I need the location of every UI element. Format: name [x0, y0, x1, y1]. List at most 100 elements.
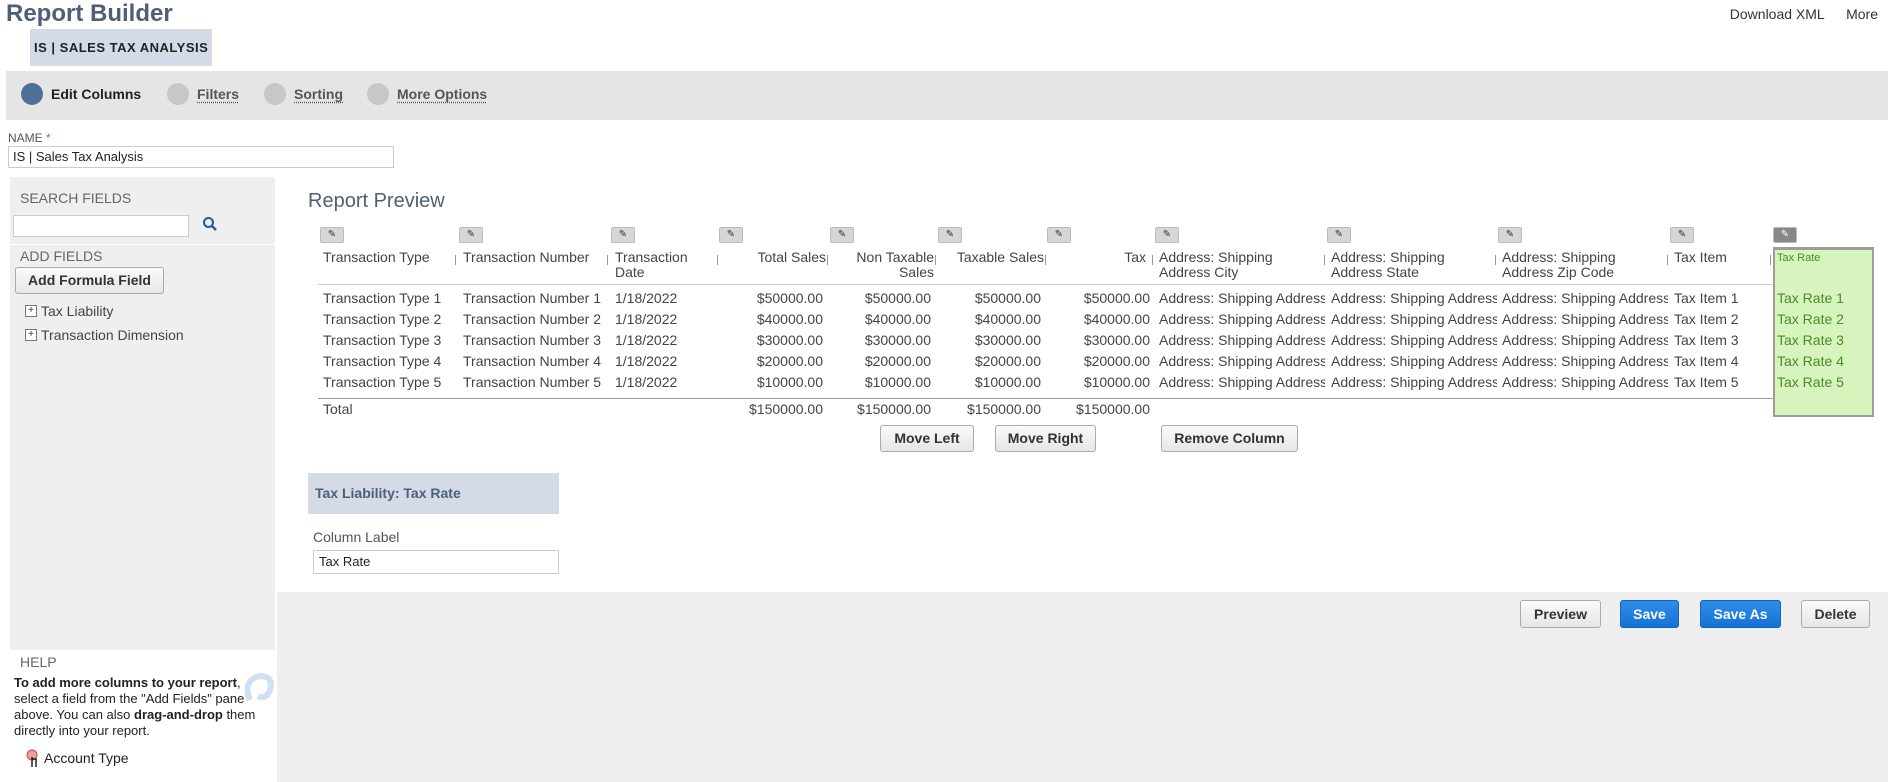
table-cell: $40000.00	[864, 311, 931, 327]
table-cell: Tax Rate 4	[1777, 353, 1844, 369]
column-separator	[1770, 255, 1771, 265]
column-header[interactable]: Transaction Type	[323, 250, 453, 265]
table-cell: 1/18/2022	[615, 311, 678, 327]
edit-column-icon[interactable]: ✎	[719, 227, 743, 243]
table-cell: Address: Shipping Address	[1331, 311, 1497, 327]
table-cell: Tax Rate 5	[1777, 374, 1844, 390]
edit-column-icon[interactable]: ✎	[320, 227, 344, 243]
edit-column-icon[interactable]: ✎	[830, 227, 854, 243]
column-separator	[1152, 255, 1153, 265]
table-cell: Address: Shipping Address	[1502, 290, 1668, 306]
total-taxable-sales: $150000.00	[967, 401, 1041, 417]
edit-column-icon[interactable]: ✎	[1773, 227, 1797, 243]
column-header[interactable]: Tax Item	[1674, 250, 1764, 265]
table-cell: $20000.00	[864, 353, 931, 369]
column-header[interactable]: Address: Shipping Address State	[1331, 250, 1481, 280]
table-cell: Transaction Type 5	[323, 374, 442, 390]
table-cell: $10000.00	[864, 374, 931, 390]
edit-column-icon[interactable]: ✎	[459, 227, 483, 243]
table-cell: Tax Item 5	[1674, 374, 1739, 390]
save-button[interactable]: Save	[1620, 600, 1679, 628]
table-cell: $10000.00	[1083, 374, 1150, 390]
table-cell: Address: Shipping Address	[1331, 290, 1497, 306]
table-cell: Transaction Type 4	[323, 353, 442, 369]
column-header[interactable]: Tax	[1050, 250, 1146, 265]
expand-icon[interactable]: +	[25, 305, 37, 317]
tree-item-label: Transaction Dimension	[41, 327, 184, 343]
edit-column-icon[interactable]: ✎	[1327, 227, 1351, 243]
column-header[interactable]: Transaction Number	[463, 250, 608, 265]
edit-column-icon[interactable]: ✎	[1498, 227, 1522, 243]
step-filters[interactable]: Filters	[167, 83, 239, 105]
column-header[interactable]: Address: Shipping Address City	[1159, 250, 1309, 280]
edit-column-icon[interactable]: ✎	[611, 227, 635, 243]
tree-item-tax-liability[interactable]: + Tax Liability	[25, 303, 113, 319]
table-cell: $40000.00	[1083, 311, 1150, 327]
remove-column-button[interactable]: Remove Column	[1161, 425, 1298, 452]
add-fields-heading: ADD FIELDS	[20, 248, 103, 264]
expand-icon[interactable]: +	[25, 329, 37, 341]
search-icon[interactable]	[202, 216, 218, 232]
column-separator	[1495, 255, 1496, 265]
step-more-options[interactable]: More Options	[367, 83, 487, 105]
table-cell: Address: Shipping Address	[1159, 353, 1325, 369]
table-cell: $10000.00	[974, 374, 1041, 390]
table-cell: Address: Shipping Address	[1159, 290, 1325, 306]
step-edit-columns[interactable]: Edit Columns	[21, 83, 141, 105]
total-label: Total	[323, 401, 353, 417]
help-text: To add more columns to your report, sele…	[14, 675, 276, 739]
table-cell: Tax Rate 2	[1777, 311, 1844, 327]
table-cell: Address: Shipping Address	[1159, 311, 1325, 327]
column-detail-heading: Tax Liability: Tax Rate	[308, 473, 559, 514]
edit-column-icon[interactable]: ✎	[1670, 227, 1694, 243]
total-divider	[318, 398, 1773, 399]
edit-column-icon[interactable]: ✎	[1155, 227, 1179, 243]
column-header[interactable]: Transaction Date	[615, 250, 710, 280]
total-non-taxable-sales: $150000.00	[857, 401, 931, 417]
total-total-sales: $150000.00	[749, 401, 823, 417]
header-divider	[318, 284, 1773, 285]
table-cell: Address: Shipping Address	[1159, 332, 1325, 348]
step-indicator-icon	[21, 83, 43, 105]
table-cell: $30000.00	[864, 332, 931, 348]
move-right-button[interactable]: Move Right	[995, 425, 1096, 452]
report-badge: IS | SALES TAX ANALYSIS	[30, 29, 212, 66]
column-header[interactable]: Address: Shipping Address Zip Code	[1502, 250, 1652, 280]
column-header-selected[interactable]: Tax Rate	[1777, 251, 1820, 266]
table-cell: Transaction Type 1	[323, 290, 442, 306]
table-cell: Address: Shipping Address	[1502, 374, 1668, 390]
table-cell: Address: Shipping Address	[1159, 374, 1325, 390]
column-separator	[1045, 255, 1046, 265]
name-input[interactable]: IS | Sales Tax Analysis	[8, 146, 394, 168]
step-indicator-icon	[264, 83, 286, 105]
add-formula-field-button[interactable]: Add Formula Field	[15, 267, 164, 294]
preview-button[interactable]: Preview	[1520, 600, 1601, 628]
table-cell: Address: Shipping Address	[1502, 332, 1668, 348]
column-label-input[interactable]: Tax Rate	[313, 550, 559, 574]
column-header[interactable]: Total Sales	[722, 250, 826, 265]
table-cell: Address: Shipping Address	[1331, 374, 1497, 390]
table-cell: $40000.00	[974, 311, 1041, 327]
column-header[interactable]: Taxable Sales	[940, 250, 1044, 265]
move-left-button[interactable]: Move Left	[880, 425, 974, 452]
table-cell: Transaction Number 2	[463, 311, 601, 327]
delete-button[interactable]: Delete	[1801, 600, 1870, 628]
edit-column-icon[interactable]: ✎	[1047, 227, 1071, 243]
table-cell: Tax Rate 1	[1777, 290, 1844, 306]
step-label: More Options	[397, 86, 488, 102]
more-link[interactable]: More	[1846, 6, 1878, 22]
step-indicator-icon	[367, 83, 389, 105]
table-cell: Tax Rate 3	[1777, 332, 1844, 348]
download-xml-link[interactable]: Download XML	[1730, 6, 1824, 22]
top-links: Download XML More	[1712, 6, 1878, 22]
search-input[interactable]	[13, 215, 189, 237]
steps-bar: Edit Columns Filters Sorting More Option…	[6, 71, 1888, 120]
save-as-button[interactable]: Save As	[1700, 600, 1781, 628]
edit-column-icon[interactable]: ✎	[938, 227, 962, 243]
table-cell: $40000.00	[756, 311, 823, 327]
step-sorting[interactable]: Sorting	[264, 83, 343, 105]
table-cell: Tax Item 1	[1674, 290, 1739, 306]
table-cell: Transaction Number 5	[463, 374, 601, 390]
column-header[interactable]: Non Taxable Sales	[838, 250, 934, 280]
tree-item-transaction-dimension[interactable]: + Transaction Dimension	[25, 327, 184, 343]
